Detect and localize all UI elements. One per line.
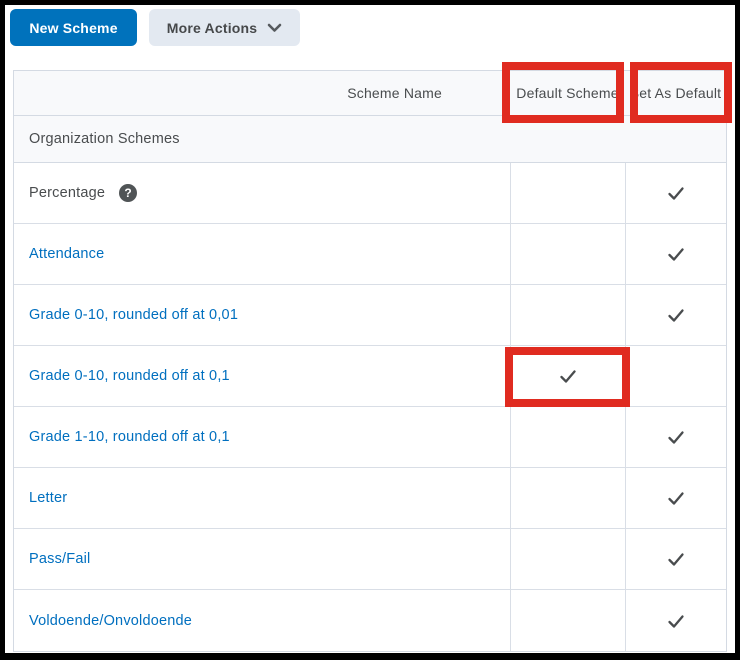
set-as-default-cell[interactable] — [625, 407, 726, 467]
more-actions-button[interactable]: More Actions — [149, 9, 300, 46]
grade-schemes-table: Scheme Name Default Scheme Set As Defaul… — [13, 70, 727, 652]
default-scheme-cell — [510, 407, 625, 467]
scheme-name-link[interactable]: Grade 0-10, rounded off at 0,01 — [29, 307, 238, 323]
section-label: Organization Schemes — [29, 131, 180, 147]
table-row: Letter ? — [14, 468, 726, 529]
set-as-default-cell[interactable] — [625, 285, 726, 345]
default-scheme-cell — [510, 163, 625, 223]
table-row: Attendance ? — [14, 224, 726, 285]
column-header-set-as-default: Set As Default — [625, 85, 726, 101]
scheme-name-cell: Voldoende/Onvoldoende ? — [14, 590, 510, 651]
scheme-name-cell: Percentage ? — [14, 163, 510, 223]
checkmark-icon — [558, 366, 578, 386]
scheme-name-link[interactable]: Letter — [29, 490, 67, 506]
default-scheme-cell — [510, 590, 625, 651]
more-actions-label: More Actions — [167, 20, 258, 36]
checkmark-icon — [666, 488, 686, 508]
checkmark-icon — [666, 427, 686, 447]
chevron-down-icon — [267, 23, 282, 33]
checkmark-icon — [666, 549, 686, 569]
new-scheme-button[interactable]: New Scheme — [10, 9, 137, 46]
scheme-name-cell: Letter ? — [14, 468, 510, 528]
scheme-name-cell: Grade 0-10, rounded off at 0,01 ? — [14, 285, 510, 345]
set-as-default-cell[interactable] — [625, 346, 726, 406]
set-as-default-cell[interactable] — [625, 163, 726, 223]
scheme-name-link[interactable]: Attendance — [29, 246, 104, 262]
table-row: Grade 0-10, rounded off at 0,01 ? — [14, 285, 726, 346]
set-as-default-cell[interactable] — [625, 529, 726, 589]
table-row: Grade 1-10, rounded off at 0,1 ? — [14, 407, 726, 468]
scheme-name-link[interactable]: Voldoende/Onvoldoende — [29, 613, 192, 629]
grade-schemes-page: New Scheme More Actions Scheme Name Defa… — [0, 0, 740, 660]
default-scheme-cell — [510, 224, 625, 284]
section-row-organization-schemes: Organization Schemes — [14, 116, 726, 163]
scheme-name-link[interactable]: Grade 1-10, rounded off at 0,1 — [29, 429, 230, 445]
scheme-name-cell: Attendance ? — [14, 224, 510, 284]
table-row: Grade 0-10, rounded off at 0,1 ? — [14, 346, 726, 407]
table-row: Pass/Fail ? — [14, 529, 726, 590]
table-header-row: Scheme Name Default Scheme Set As Defaul… — [14, 71, 726, 116]
set-as-default-cell[interactable] — [625, 590, 726, 651]
scheme-name-cell: Grade 0-10, rounded off at 0,1 ? — [14, 346, 510, 406]
set-as-default-cell[interactable] — [625, 468, 726, 528]
checkmark-icon — [666, 244, 686, 264]
table-row: Percentage ? — [14, 163, 726, 224]
scheme-name-cell: Grade 1-10, rounded off at 0,1 ? — [14, 407, 510, 467]
default-scheme-cell — [510, 529, 625, 589]
checkmark-icon — [666, 305, 686, 325]
scheme-name-link: Percentage — [29, 185, 105, 201]
column-header-scheme-name: Scheme Name — [14, 85, 510, 101]
default-scheme-cell — [510, 346, 625, 406]
help-icon[interactable]: ? — [119, 184, 137, 202]
scheme-name-link[interactable]: Grade 0-10, rounded off at 0,1 — [29, 368, 230, 384]
column-header-default-scheme: Default Scheme — [510, 85, 625, 101]
scheme-name-link[interactable]: Pass/Fail — [29, 551, 90, 567]
set-as-default-cell[interactable] — [625, 224, 726, 284]
table-row: Voldoende/Onvoldoende ? — [14, 590, 726, 651]
table-body: Percentage ? Attendance ? — [14, 163, 726, 651]
default-scheme-cell — [510, 468, 625, 528]
default-scheme-cell — [510, 285, 625, 345]
checkmark-icon — [666, 611, 686, 631]
checkmark-icon — [666, 183, 686, 203]
scheme-name-cell: Pass/Fail ? — [14, 529, 510, 589]
